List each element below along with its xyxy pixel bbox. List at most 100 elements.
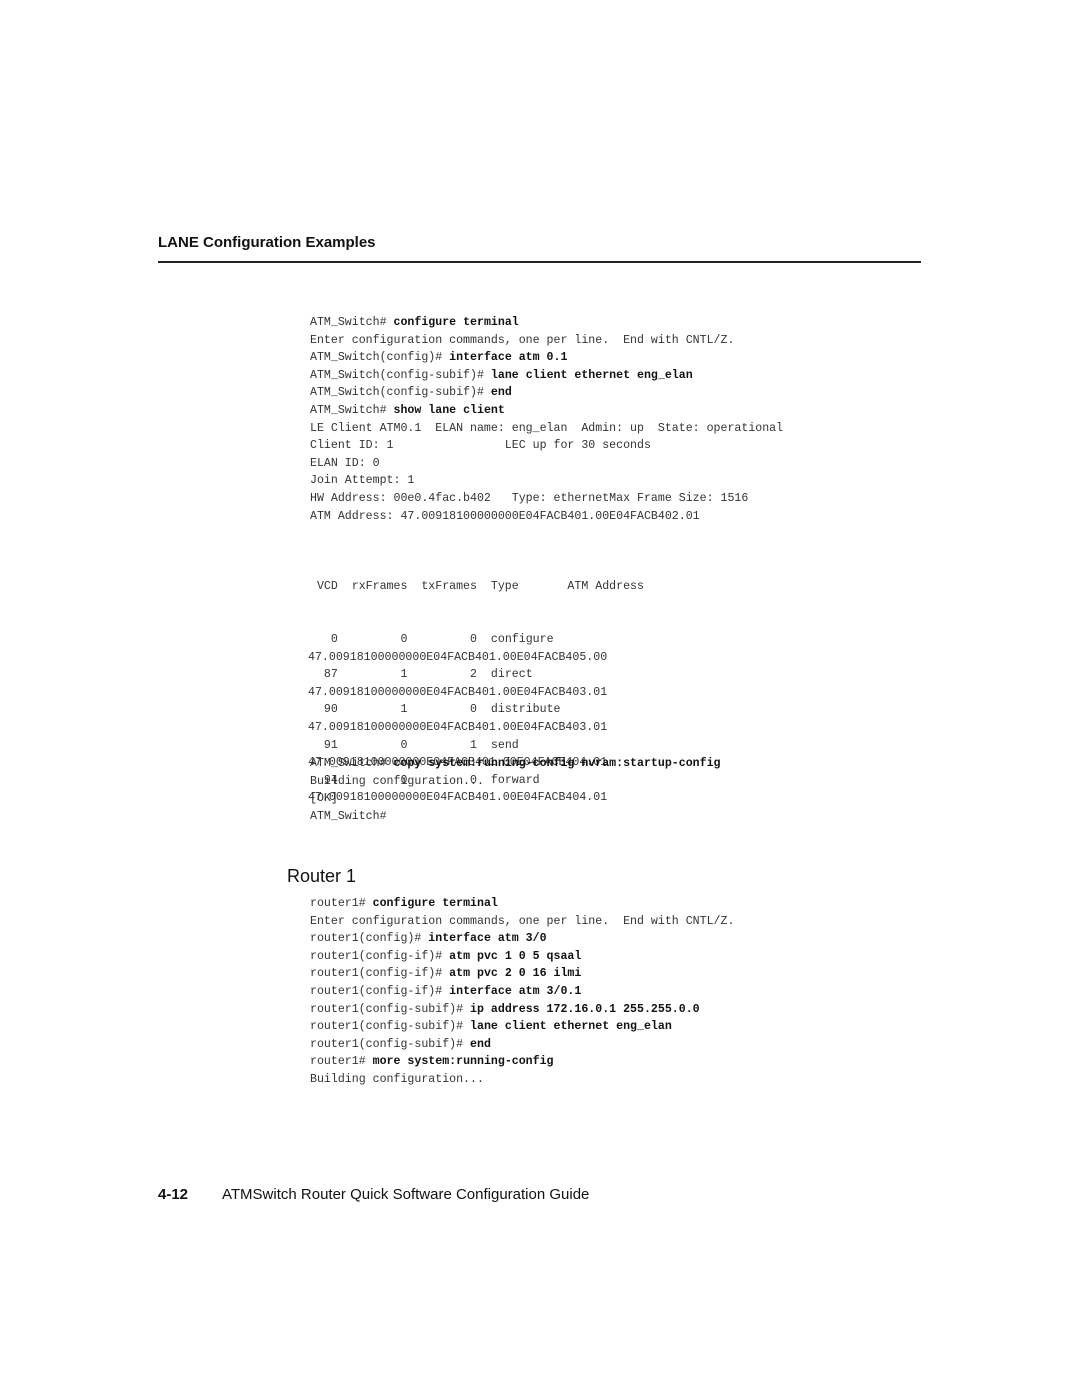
vcd-table-row: 0 0 0 configure [310,631,644,649]
code-line: Building configuration... [310,1071,734,1089]
switch-config-listing: ATM_Switch# configure terminal Enter conf… [310,314,783,525]
header-rule [158,261,921,263]
code-line: ATM_Switch(config)# interface atm 0.1 [310,349,783,367]
cell-vcd: 87 [310,668,338,682]
command-text: show lane client [393,403,505,417]
cell-vcd: 0 [310,632,338,646]
prompt-text: router1(config-if)# [310,984,450,998]
router-heading: Router 1 [287,866,357,886]
code-line: ATM Address: 47.00918100000000E04FACB401… [310,508,783,526]
prompt-text: router1# [310,1055,373,1069]
code-line: Enter configuration commands, one per li… [310,913,734,931]
prompt-text: router1(config-subif)# [310,1020,471,1034]
code-line: LE Client ATM0.1 ELAN name: eng_elan Adm… [310,420,783,438]
prompt-text: router1(config-if)# [310,967,450,981]
page-number: 4-12 [158,1186,189,1203]
cell-rx: 0 [337,632,408,646]
guide-title: ATMSwitch Router Quick Software Configur… [222,1186,590,1203]
prompt-text: ATM_Switch(config-subif)# [310,368,491,382]
prompt-text: Client ID: 1 LEC up for 30 seconds [310,439,651,453]
command-text: copy system:running-config nvram:startup… [393,757,721,770]
prompt-text: Building configuration... [310,1072,484,1086]
code-line: router1(config-subif)# lane client ether… [310,1018,734,1036]
cell-address: 47.00918100000000E04FACB401.00E04FACB403… [308,720,608,734]
cell-address: 47.00918100000000E04FACB401.00E04FACB403… [308,685,608,699]
section-header: LANE Configuration Examples [158,234,376,251]
command-text: interface atm 0.1 [449,351,568,365]
prompt-text: Enter configuration commands, one per li… [310,914,735,928]
code-line: router1(config-subif)# end [310,1036,734,1054]
cell-rx: 0 [337,738,408,752]
code-line: router1(config)# interface atm 3/0 [310,930,734,948]
code-line: ATM_Switch# [310,808,721,826]
prompt-text: LE Client ATM0.1 ELAN name: eng_elan Adm… [310,421,784,435]
code-line: ATM_Switch(config-subif)# end [310,384,783,402]
prompt-text: ATM_Switch# [310,316,394,329]
code-line: Building configuration... [310,773,721,791]
prompt-text: router1(config-if)# [310,949,450,963]
prompt-text: ATM Address: 47.00918100000000E04FACB401… [310,509,700,523]
code-line: [OK] [310,790,721,808]
cell-rx: 1 [337,668,408,682]
code-line: HW Address: 00e0.4fac.b402 Type: etherne… [310,490,783,508]
prompt-text: ELAN ID: 0 [310,456,380,470]
cell-type: send [490,738,519,752]
prompt-text: ATM_Switch(config)# [310,351,450,365]
cell-type: direct [490,668,533,682]
vcd-table-row: 91 0 1 send [310,737,644,755]
cell-tx: 0 [407,703,477,717]
code-line: router1# more system:running-config [310,1053,734,1071]
cell-tx: 2 [407,668,477,682]
command-text: end [470,1037,491,1051]
vcd-table-row: 87 1 2 direct [310,666,644,684]
code-line: router1# configure terminal [310,895,734,913]
prompt-text: HW Address: 00e0.4fac.b402 Type: etherne… [310,491,749,505]
code-line: Client ID: 1 LEC up for 30 seconds [310,437,783,455]
prompt-text: ATM_Switch# [310,757,394,770]
vcd-table-header: VCD rxFrames txFrames Type ATM Address [310,580,644,594]
prompt-text: ATM_Switch# [310,809,387,823]
cell-vcd: 90 [310,703,338,717]
prompt-text: ATM_Switch# [310,403,394,417]
cell-type: distribute [490,703,561,717]
code-line: router1(config-subif)# ip address 172.16… [310,1001,734,1019]
cell-vcd: 91 [310,738,338,752]
prompt-text: Join Attempt: 1 [310,474,415,488]
command-text: end [490,386,512,400]
code-line: ATM_Switch(config-subif)# lane client et… [310,367,783,385]
code-line: ATM_Switch# show lane client [310,402,783,420]
command-text: lane client ethernet eng_elan [490,368,693,382]
prompt-text: Building configuration... [310,774,484,788]
code-line: ATM_Switch# copy system:running-config n… [310,755,721,773]
vcd-table-row: 90 1 0 distribute [310,701,644,719]
command-text: more system:running-config [372,1055,554,1069]
code-line: Join Attempt: 1 [310,472,783,490]
command-text: atm pvc 1 0 5 qsaal [449,949,582,963]
command-text: lane client ethernet eng_elan [470,1020,672,1034]
command-text: interface atm 3/0.1 [449,984,582,998]
code-line: router1(config-if)# interface atm 3/0.1 [310,983,734,1001]
command-text: configure terminal [393,316,519,329]
page-footer: 4-12 ATMSwitch Router Quick Software Conf… [158,1186,589,1203]
command-text: ip address 172.16.0.1 255.255.0.0 [470,1002,700,1016]
code-line: Enter configuration commands, one per li… [310,332,783,350]
cell-tx: 1 [407,738,477,752]
save-config-listing: ATM_Switch# copy system:running-config n… [310,755,721,825]
command-text: interface atm 3/0 [428,932,547,946]
prompt-text: Enter configuration commands, one per li… [310,333,735,347]
cell-rx: 1 [337,703,408,717]
command-text: atm pvc 2 0 16 ilmi [449,967,582,981]
code-line: ATM_Switch# configure terminal [310,314,783,332]
prompt-text: router1# [310,897,373,910]
code-line: router1(config-if)# atm pvc 2 0 16 ilmi [310,965,734,983]
code-line: router1(config-if)# atm pvc 1 0 5 qsaal [310,948,734,966]
prompt-text: ATM_Switch(config-subif)# [310,386,491,400]
code-line: ELAN ID: 0 [310,455,783,473]
command-text: configure terminal [372,897,498,910]
cell-tx: 0 [407,632,477,646]
prompt-text: router1(config-subif)# [310,1002,471,1016]
router-config-listing: router1# configure terminal Enter configu… [310,895,734,1089]
cell-type: configure [490,632,554,646]
prompt-text: [OK] [310,792,338,806]
prompt-text: router1(config-subif)# [310,1037,471,1051]
